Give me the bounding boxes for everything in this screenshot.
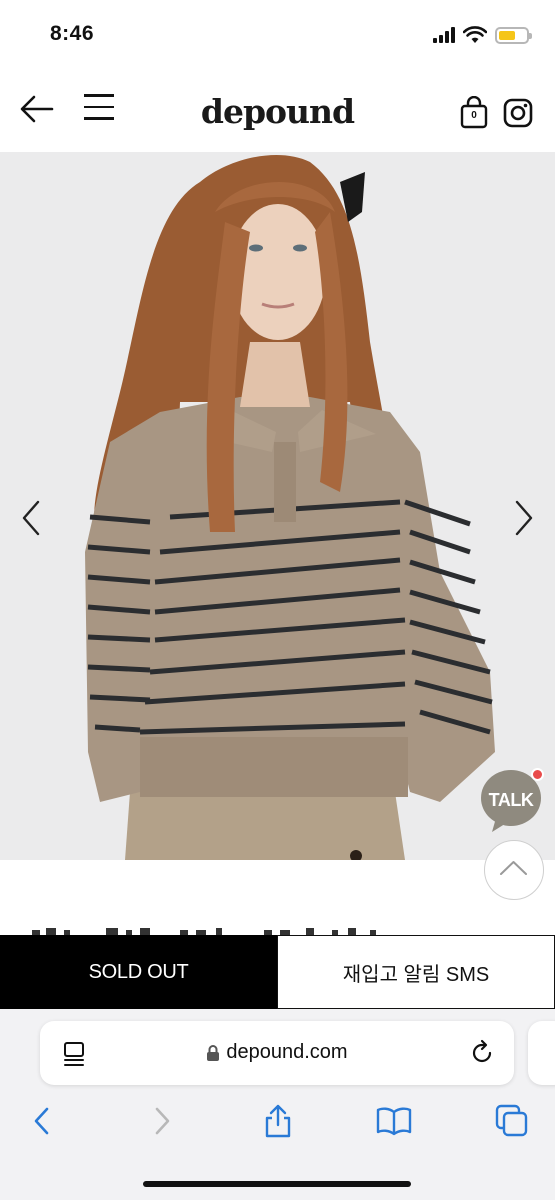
lock-icon [207, 1044, 220, 1061]
clipped-text-line [32, 928, 376, 936]
reload-icon[interactable] [468, 1039, 496, 1067]
site-header: depound 0 [0, 70, 555, 152]
tabs-button[interactable] [492, 1101, 532, 1141]
chevron-right-icon [155, 1107, 170, 1135]
url-display: depound.com [40, 1041, 514, 1064]
status-icons [433, 26, 532, 44]
url-text: depound.com [226, 1041, 348, 1063]
share-icon [265, 1104, 291, 1138]
kakao-talk-button[interactable]: TALK [480, 768, 544, 832]
home-indicator [143, 1181, 411, 1187]
address-bar[interactable]: depound.com [40, 1021, 514, 1085]
battery-level [499, 30, 515, 40]
book-icon [376, 1107, 412, 1136]
product-image-carousel[interactable] [0, 152, 555, 860]
battery-icon [495, 26, 532, 44]
status-time: 8:46 [50, 22, 95, 45]
sold-out-button[interactable]: SOLD OUT [0, 935, 277, 1009]
tabs-icon [495, 1104, 528, 1137]
cellular-signal-icon [433, 27, 455, 43]
status-bar: 8:46 [0, 0, 555, 70]
product-name-partial [30, 916, 430, 936]
instagram-icon[interactable] [503, 98, 533, 128]
next-tab-preview[interactable] [528, 1021, 555, 1085]
talk-label: TALK [488, 790, 534, 810]
chevron-left-icon[interactable] [18, 498, 44, 538]
purchase-actions: SOLD OUT 재입고 알림 SMS [0, 935, 555, 1009]
browser-toolbar: depound.com [0, 1009, 555, 1200]
browser-back-button[interactable] [22, 1101, 62, 1141]
restock-sms-button[interactable]: 재입고 알림 SMS [277, 935, 555, 1009]
chevron-left-icon [34, 1107, 49, 1135]
wifi-icon [463, 26, 487, 43]
product-photo [0, 152, 555, 860]
chevron-up-icon [500, 861, 527, 875]
scroll-top-button[interactable] [484, 840, 544, 900]
cart-count: 0 [471, 110, 477, 121]
bookmarks-button[interactable] [374, 1101, 414, 1141]
shopping-bag-button[interactable]: 0 [459, 95, 489, 130]
share-button[interactable] [258, 1101, 298, 1141]
notification-dot [531, 768, 544, 781]
browser-forward-button[interactable] [142, 1101, 182, 1141]
chevron-right-icon[interactable] [511, 498, 537, 538]
browser-nav [0, 1101, 555, 1141]
